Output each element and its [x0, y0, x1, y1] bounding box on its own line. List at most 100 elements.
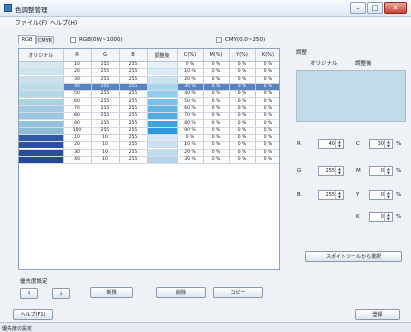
menu-help[interactable]: ヘルプ(H): [50, 18, 77, 27]
col-header-r[interactable]: R: [63, 49, 92, 62]
cell-g: 10: [91, 156, 120, 165]
spin-arrows-icon[interactable]: ▲ ▼: [384, 140, 392, 148]
tab-cmyk[interactable]: CMYK: [36, 36, 54, 44]
cell-g: 255: [91, 90, 120, 99]
adjusted-color-cell: [147, 112, 178, 121]
table-row[interactable]: 70 255 255 60 % 0 % 0 % 0 %: [19, 105, 279, 114]
save-button[interactable]: 登録: [355, 309, 400, 320]
col-header-adjusted[interactable]: 調整後: [147, 49, 178, 62]
table-row[interactable]: 40 10 255 30 % 0 % 0 % 0 %: [19, 156, 279, 165]
adjusted-swatch: [147, 105, 177, 112]
cell-r: 30: [63, 76, 92, 84]
b-spin-input[interactable]: 255 ▲ ▼: [318, 190, 344, 200]
delete-button[interactable]: 削除: [156, 287, 206, 298]
table-row[interactable]: 50 255 255 40 % 0 % 0 % 0 %: [19, 90, 279, 99]
cell-k: 0 %: [255, 141, 279, 150]
minimize-button[interactable]: –: [350, 2, 366, 14]
color-table[interactable]: オリジナル R G B 調整後 C(%) M(%) Y(%) K(%) 10 25…: [18, 48, 280, 270]
cell-k: 0 %: [255, 149, 279, 157]
table-row[interactable]: 10 10 255 0 % 0 % 0 % 0 %: [19, 134, 279, 143]
table-row[interactable]: 30 255 255 20 % 0 % 0 % 0 %: [19, 76, 279, 84]
cell-c: 70 %: [177, 112, 204, 121]
cell-k: 0 %: [255, 134, 279, 143]
spin-arrows-icon[interactable]: ▲ ▼: [384, 213, 392, 221]
table-row[interactable]: 60 255 255 50 % 0 % 0 % 0 %: [19, 97, 279, 106]
spin-arrows-icon[interactable]: ▲ ▼: [384, 191, 392, 199]
menu-bar: ファイル(F) ヘルプ(H): [0, 17, 411, 27]
cell-r: 60: [63, 97, 92, 106]
help-button[interactable]: ヘルプ(F1): [13, 309, 53, 320]
r-spin-input[interactable]: 40 ▲ ▼: [318, 139, 344, 149]
cmyk-range-checkbox[interactable]: [216, 37, 222, 43]
g-value: 255: [325, 168, 335, 174]
cell-c: 50 %: [177, 97, 204, 106]
table-row[interactable]: 30 10 255 20 % 0 % 0 % 0 %: [19, 149, 279, 157]
eyedropper-select-button[interactable]: スポイトツールから選択: [305, 251, 402, 262]
cell-b: 255: [119, 127, 148, 135]
rgb-range-checkbox[interactable]: [70, 37, 76, 43]
table-row[interactable]: 40 255 255 30 % 0 % 0 % 0 %: [19, 83, 279, 92]
cell-b: 255: [119, 61, 148, 70]
cell-g: 10: [91, 149, 120, 157]
close-button[interactable]: ✕: [384, 2, 407, 14]
c-spin-input[interactable]: 30 ▲ ▼: [369, 139, 393, 149]
cell-y: 0 %: [229, 141, 256, 150]
cell-m: 0 %: [203, 127, 230, 135]
cell-m: 0 %: [203, 97, 230, 106]
adjusted-swatch: [147, 135, 177, 142]
adjusted-swatch: [147, 113, 177, 120]
col-header-g[interactable]: G: [91, 49, 120, 62]
move-down-button[interactable]: ↓: [52, 288, 70, 299]
percent-y: %: [396, 192, 402, 198]
y-spin-input[interactable]: 0 ▲ ▼: [369, 190, 393, 200]
col-header-m[interactable]: M(%): [203, 49, 230, 62]
adjusted-swatch: [147, 84, 177, 91]
table-row[interactable]: 20 255 255 10 % 0 % 0 % 0 %: [19, 68, 279, 77]
cell-y: 0 %: [229, 83, 256, 92]
adjusted-swatch: [147, 142, 177, 149]
col-header-original[interactable]: オリジナル: [19, 49, 64, 62]
k-spin-input[interactable]: 0 ▲ ▼: [369, 212, 393, 222]
adjusted-swatch: [147, 91, 177, 98]
col-header-c[interactable]: C(%): [177, 49, 204, 62]
cell-m: 0 %: [203, 134, 230, 143]
table-row[interactable]: 80 255 255 70 % 0 % 0 % 0 %: [19, 112, 279, 121]
col-header-b[interactable]: B: [119, 49, 148, 62]
percent-m: %: [396, 168, 402, 174]
m-spin-input[interactable]: 0 ▲ ▼: [369, 166, 393, 176]
spin-arrows-icon[interactable]: ▲ ▼: [335, 140, 343, 148]
original-color-cell: [19, 90, 64, 99]
cell-r: 100: [63, 127, 92, 135]
tab-rgb[interactable]: RGB: [18, 35, 36, 44]
cell-r: 90: [63, 119, 92, 128]
original-color-cell: [19, 141, 64, 150]
cell-k: 0 %: [255, 68, 279, 77]
cell-c: 90 %: [177, 127, 204, 135]
spin-arrows-icon[interactable]: ▲ ▼: [335, 167, 343, 175]
spin-arrows-icon[interactable]: ▲ ▼: [335, 191, 343, 199]
adjusted-swatch: [147, 157, 177, 163]
cell-g: 255: [91, 76, 120, 84]
cell-r: 70: [63, 105, 92, 114]
new-button[interactable]: 新規: [90, 287, 133, 298]
cell-c: 20 %: [177, 76, 204, 84]
original-color-cell: [19, 83, 64, 92]
table-row[interactable]: 90 255 255 80 % 0 % 0 % 0 %: [19, 119, 279, 128]
col-header-k[interactable]: K(%): [255, 49, 279, 62]
original-color-cell: [19, 127, 64, 135]
col-header-y[interactable]: Y(%): [229, 49, 256, 62]
spin-arrows-icon[interactable]: ▲ ▼: [384, 167, 392, 175]
app-icon: [4, 4, 12, 12]
g-spin-input[interactable]: 255 ▲ ▼: [318, 166, 344, 176]
table-row[interactable]: 20 10 255 10 % 0 % 0 % 0 %: [19, 141, 279, 150]
original-swatch: [19, 142, 63, 149]
table-row[interactable]: 10 255 255 0 % 0 % 0 % 0 %: [19, 61, 279, 70]
adjusted-color-cell: [147, 105, 178, 114]
copy-button[interactable]: コピー: [213, 287, 263, 298]
table-row[interactable]: 100 255 255 90 % 0 % 0 % 0 %: [19, 127, 279, 135]
menu-file[interactable]: ファイル(F): [15, 18, 47, 27]
maximize-button[interactable]: □: [367, 2, 383, 14]
move-up-button[interactable]: ↑: [20, 288, 38, 299]
cell-c: 60 %: [177, 105, 204, 114]
cell-g: 255: [91, 97, 120, 106]
